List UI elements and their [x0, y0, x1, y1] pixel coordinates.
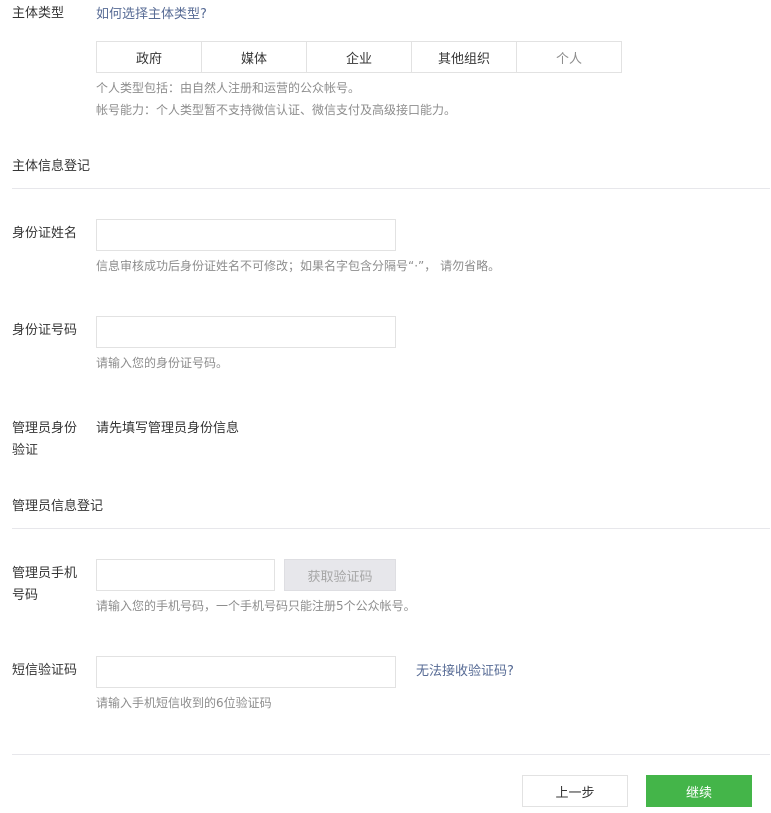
tab-enterprise[interactable]: 企业 [307, 42, 412, 72]
id-name-label: 身份证姓名 [12, 226, 78, 241]
phone-label-line2: 号码 [12, 588, 39, 603]
sms-code-input[interactable] [96, 656, 396, 688]
admin-verify-text: 请先填写管理员身份信息 [96, 421, 240, 436]
subject-type-label: 主体类型 [12, 6, 65, 21]
prev-step-button[interactable]: 上一步 [522, 775, 628, 807]
id-name-input[interactable] [96, 219, 396, 251]
sms-help-link[interactable]: 无法接收验证码? [416, 660, 514, 684]
phone-input[interactable] [96, 559, 275, 591]
get-code-button[interactable]: 获取验证码 [284, 559, 396, 591]
continue-button[interactable]: 继续 [646, 775, 752, 807]
admin-info-divider [12, 528, 770, 529]
id-number-label: 身份证号码 [12, 323, 78, 338]
phone-label-line1: 管理员手机 [12, 566, 78, 581]
phone-tip: 请输入您的手机号码，一个手机号码只能注册5个公众帐号。 [96, 599, 416, 613]
id-number-input[interactable] [96, 316, 396, 348]
subject-type-tip-line2: 帐号能力：个人类型暂不支持微信认证、微信支付及高级接口能力。 [96, 103, 457, 117]
tab-government[interactable]: 政府 [97, 42, 202, 72]
tab-other-organization[interactable]: 其他组织 [412, 42, 517, 72]
subject-type-help-link[interactable]: 如何选择主体类型? [96, 3, 207, 27]
id-number-tip: 请输入您的身份证号码。 [96, 356, 229, 370]
tab-individual[interactable]: 个人 [517, 42, 621, 72]
admin-info-section-title: 管理员信息登记 [12, 499, 104, 514]
tab-media[interactable]: 媒体 [202, 42, 307, 72]
sms-code-tip: 请输入手机短信收到的6位验证码 [96, 696, 272, 710]
subject-type-tabs: 政府 媒体 企业 其他组织 个人 [96, 41, 622, 73]
footer-divider [12, 754, 770, 755]
subject-type-tip-line1: 个人类型包括：由自然人注册和运营的公众帐号。 [96, 81, 361, 95]
admin-verify-label-line2: 验证 [12, 443, 39, 458]
id-name-tip: 信息审核成功后身份证姓名不可修改；如果名字包含分隔号“·”， 请勿省略。 [96, 259, 501, 273]
subject-info-divider [12, 188, 770, 189]
subject-info-section-title: 主体信息登记 [12, 159, 91, 174]
sms-code-label: 短信验证码 [12, 663, 78, 678]
admin-verify-label-line1: 管理员身份 [12, 421, 78, 436]
